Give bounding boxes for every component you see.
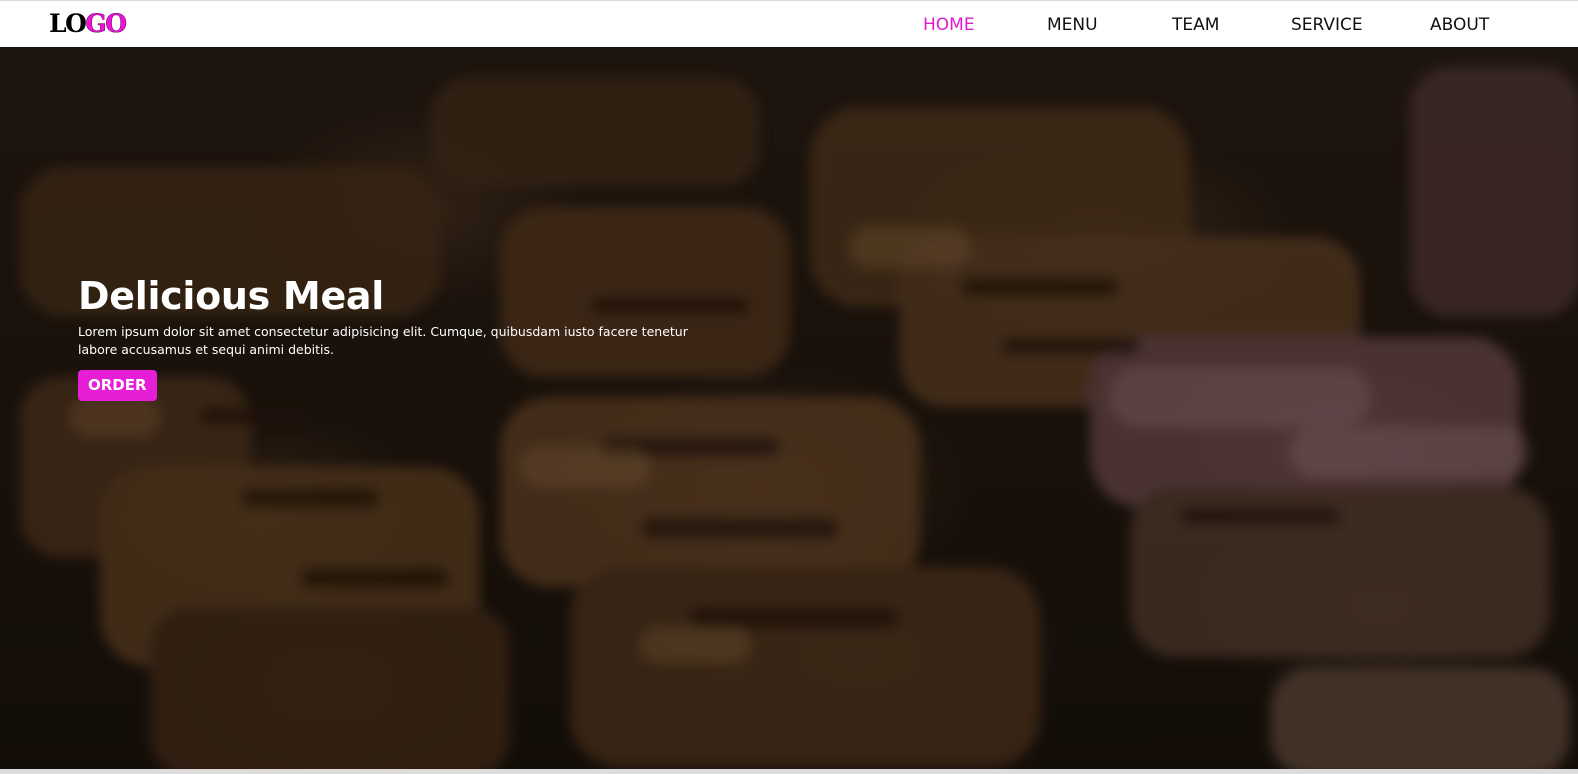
hero-section: Delicious Meal Lorem ipsum dolor sit ame… <box>0 47 1578 774</box>
nav-link-home[interactable]: HOME <box>923 15 975 35</box>
nav-menu: HOME MENU TEAM SERVICE ABOUT <box>0 1 1578 48</box>
landing-page: LOGO HOME MENU TEAM SERVICE ABOUT Delici… <box>0 0 1578 774</box>
order-button[interactable]: ORDER <box>78 370 157 401</box>
nav-link-team[interactable]: TEAM <box>1172 15 1219 35</box>
nav-link-menu[interactable]: MENU <box>1047 15 1098 35</box>
hero-description: Lorem ipsum dolor sit amet consectetur a… <box>78 324 688 357</box>
hero-dark-overlay <box>0 47 1578 774</box>
hero-content: Delicious Meal Lorem ipsum dolor sit ame… <box>78 273 738 401</box>
hero-title: Delicious Meal <box>78 274 384 318</box>
page-bottom-edge <box>0 769 1578 774</box>
navbar: LOGO HOME MENU TEAM SERVICE ABOUT <box>0 0 1578 47</box>
nav-link-service[interactable]: SERVICE <box>1291 15 1363 35</box>
nav-link-about[interactable]: ABOUT <box>1430 15 1489 35</box>
